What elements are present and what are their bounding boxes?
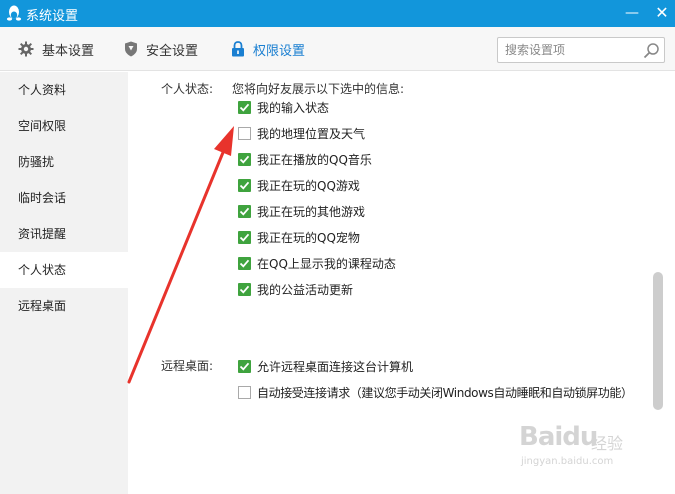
watermark-url: jingyan.baidu.com [521, 456, 614, 467]
tab-permission-settings[interactable]: 权限设置 [231, 39, 305, 59]
sidebar-item-news-alerts[interactable]: 资讯提醒 [0, 216, 128, 252]
option-allow-remote-desktop[interactable]: 允许远程桌面连接这台计算机 [238, 357, 413, 375]
watermark-logo: Baidu [519, 422, 598, 452]
sidebar-item-remote-desktop[interactable]: 远程桌面 [0, 288, 128, 324]
personal-status-intro: 您将向好友展示以下选中的信息: [232, 82, 405, 96]
option-label: 我正在播放的QQ音乐 [257, 152, 372, 167]
minimize-button[interactable]: — [622, 3, 642, 23]
option-label: 允许远程桌面连接这台计算机 [257, 359, 414, 374]
option-typing-status[interactable]: 我的输入状态 [238, 98, 329, 116]
checkbox-checked[interactable] [238, 178, 251, 192]
search-icon[interactable] [643, 42, 660, 59]
checkbox-checked[interactable] [238, 204, 251, 218]
checkbox-checked[interactable] [238, 359, 251, 373]
close-button[interactable]: ✕ [652, 3, 672, 23]
sidebar-item-anti-harassment[interactable]: 防骚扰 [0, 144, 128, 180]
checkbox-checked[interactable] [238, 100, 251, 114]
option-label: 我正在玩的QQ游戏 [257, 178, 360, 193]
gear-icon [18, 41, 34, 57]
option-label: 我的地理位置及天气 [257, 126, 366, 141]
sidebar-item-temp-session[interactable]: 临时会话 [0, 180, 128, 216]
option-qq-music[interactable]: 我正在播放的QQ音乐 [238, 150, 372, 168]
shield-icon [125, 41, 137, 57]
checkbox-checked[interactable] [238, 230, 251, 244]
vertical-scrollbar[interactable] [653, 272, 663, 410]
option-location-weather[interactable]: 我的地理位置及天气 [238, 124, 365, 142]
tab-basic-settings-label: 基本设置 [42, 43, 95, 59]
window-title: 系统设置 [26, 9, 79, 24]
sidebar-item-space-permissions[interactable]: 空间权限 [0, 108, 128, 144]
qq-penguin-icon [6, 5, 22, 21]
option-qq-pet[interactable]: 我正在玩的QQ宠物 [238, 228, 360, 246]
option-other-games[interactable]: 我正在玩的其他游戏 [238, 202, 365, 220]
search-input[interactable] [498, 38, 638, 62]
tab-security-settings[interactable]: 安全设置 [124, 39, 198, 59]
sidebar-item-personal-status[interactable]: 个人状态 [0, 252, 128, 288]
option-label: 我的输入状态 [257, 100, 330, 115]
option-label: 我正在玩的其他游戏 [257, 204, 366, 219]
option-charity-updates[interactable]: 我的公益活动更新 [238, 280, 353, 298]
option-label: 自动接受连接请求（建议您手动关闭Windows自动睡眠和自动锁屏功能） [257, 385, 633, 400]
option-qq-game[interactable]: 我正在玩的QQ游戏 [238, 176, 360, 194]
checkbox-unchecked[interactable] [238, 385, 251, 399]
checkbox-unchecked[interactable] [238, 126, 251, 140]
lock-icon [232, 41, 244, 57]
option-label: 在QQ上显示我的课程动态 [257, 256, 396, 271]
checkbox-checked[interactable] [238, 152, 251, 166]
sidebar-item-profile[interactable]: 个人资料 [0, 72, 128, 108]
option-auto-accept-connection[interactable]: 自动接受连接请求（建议您手动关闭Windows自动睡眠和自动锁屏功能） [238, 383, 633, 401]
remote-desktop-label: 远程桌面: [161, 359, 214, 373]
search-box[interactable] [497, 37, 665, 63]
baidu-watermark: Baidu 经验 jingyan.baidu.com [519, 422, 637, 472]
checkbox-checked[interactable] [238, 282, 251, 296]
option-label: 我的公益活动更新 [257, 282, 354, 297]
title-bar: 系统设置 — ✕ [0, 0, 675, 27]
personal-status-label: 个人状态: [161, 82, 214, 96]
tab-security-settings-label: 安全设置 [146, 43, 199, 59]
settings-sidebar: 个人资料 空间权限 防骚扰 临时会话 资讯提醒 个人状态 远程桌面 [0, 72, 128, 494]
tab-permission-settings-label: 权限设置 [253, 43, 306, 59]
option-label: 我正在玩的QQ宠物 [257, 230, 360, 245]
settings-toolbar: 基本设置 安全设置 权限设置 [0, 27, 675, 71]
option-course-updates[interactable]: 在QQ上显示我的课程动态 [238, 254, 396, 272]
watermark-sub: 经验 [591, 434, 624, 453]
tab-basic-settings[interactable]: 基本设置 [18, 39, 94, 59]
checkbox-checked[interactable] [238, 256, 251, 270]
